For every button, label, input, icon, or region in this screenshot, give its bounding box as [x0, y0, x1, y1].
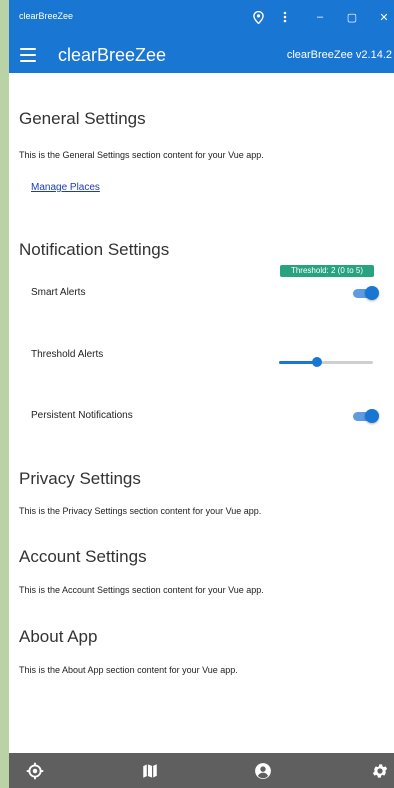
general-settings-heading: General Settings: [19, 109, 146, 128]
persistent-notifications-label: Persistent Notifications: [31, 410, 133, 421]
about-app-heading: About App: [19, 627, 98, 646]
minimize-button[interactable]: –: [311, 8, 329, 26]
app-window: clearBreeZee – ▢ ✕ clearBreeZee clearBre…: [9, 0, 394, 788]
general-settings-text: This is the General Settings section con…: [19, 150, 264, 160]
settings-content: General Settings This is the General Set…: [9, 73, 394, 753]
location-target-icon[interactable]: [26, 762, 44, 780]
account-icon[interactable]: [254, 762, 272, 780]
smart-alerts-label: Smart Alerts: [31, 287, 86, 298]
app-title: clearBreeZee: [58, 45, 167, 65]
bottom-navigation: [9, 753, 394, 788]
maximize-button[interactable]: ▢: [343, 8, 361, 26]
smart-alerts-toggle[interactable]: [353, 286, 379, 300]
threshold-value-badge: Threshold: 2 (0 to 5): [280, 265, 374, 277]
location-pin-icon[interactable]: [249, 8, 267, 26]
toggle-thumb: [365, 409, 379, 423]
privacy-settings-text: This is the Privacy Settings section con…: [19, 506, 262, 516]
map-icon[interactable]: [141, 762, 159, 780]
more-options-icon[interactable]: [276, 8, 294, 26]
threshold-alerts-label: Threshold Alerts: [31, 349, 104, 360]
about-app-text: This is the About App section content fo…: [19, 665, 238, 675]
close-button[interactable]: ✕: [375, 8, 393, 26]
settings-gear-icon[interactable]: [371, 762, 389, 780]
window-title-bar: clearBreeZee – ▢ ✕: [9, 0, 394, 37]
manage-places-link[interactable]: Manage Places: [31, 182, 100, 193]
toggle-thumb: [365, 286, 379, 300]
notification-settings-heading: Notification Settings: [19, 240, 170, 259]
persistent-notifications-toggle[interactable]: [353, 409, 379, 423]
threshold-slider[interactable]: [279, 357, 373, 367]
slider-fill: [279, 361, 317, 364]
account-settings-text: This is the Account Settings section con…: [19, 585, 264, 595]
window-title: clearBreeZee: [19, 11, 74, 21]
privacy-settings-heading: Privacy Settings: [19, 469, 141, 488]
hamburger-menu-icon[interactable]: [20, 48, 36, 62]
slider-knob[interactable]: [311, 357, 322, 367]
account-settings-heading: Account Settings: [19, 547, 147, 566]
app-header: clearBreeZee clearBreeZee v2.14.2: [9, 37, 394, 73]
app-version: clearBreeZee v2.14.2: [286, 49, 392, 61]
